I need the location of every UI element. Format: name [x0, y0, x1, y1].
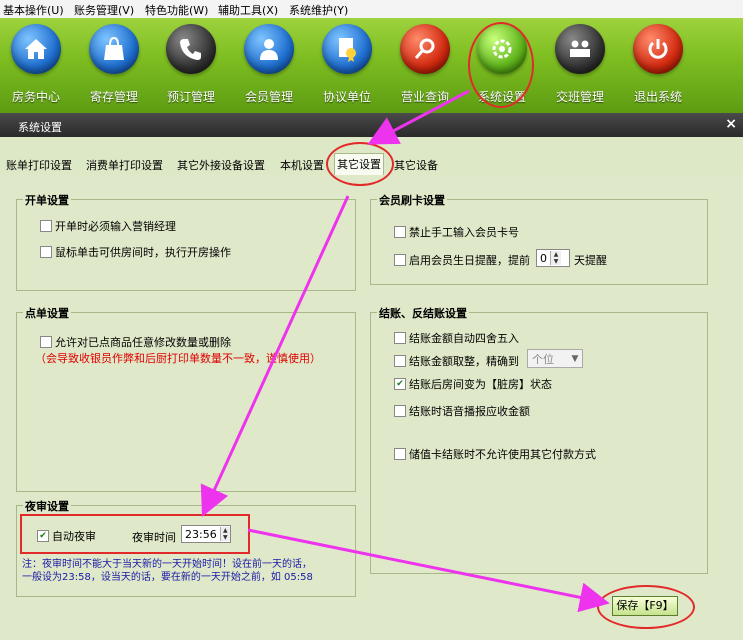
menu-features[interactable]: 特色功能(W): [145, 2, 208, 18]
home-icon: [11, 24, 61, 74]
magnifier-icon: [400, 24, 450, 74]
toolbar-member-button[interactable]: 会员管理: [233, 24, 305, 110]
tab-consume-print[interactable]: 消费单打印设置: [86, 155, 163, 175]
annotation-ellipse-save: [597, 585, 695, 629]
night-audit-note-1: 注：夜审时间不能大于当天新的一天开始时间！设在前一天的话，: [22, 559, 312, 570]
checkout-title: 结账、反结账设置: [377, 305, 469, 321]
certificate-icon: [322, 24, 372, 74]
toolbar-query-button[interactable]: 营业查询: [389, 24, 461, 110]
menu-basic-ops[interactable]: 基本操作(U): [3, 2, 64, 18]
toolbar-booking-button[interactable]: 预订管理: [155, 24, 227, 110]
dialog-title: 系统设置: [18, 121, 62, 134]
night-audit-note-2: 一般设为23:58，设当天的话，要在新的一天开始之前，如 05:58: [22, 572, 313, 583]
click-to-open-room-checkbox[interactable]: 鼠标单击可供房间时，执行开房操作: [40, 244, 231, 260]
order-warning-text: （会导致收银员作弊和后厨打印单数量不一致，谨慎使用）: [35, 352, 321, 365]
birthday-reminder-checkbox[interactable]: 启用会员生日提醒，提前: [394, 252, 530, 268]
dialog-title-bar: 系统设置 ×: [0, 113, 743, 137]
annotation-box-night-audit: [20, 514, 250, 554]
main-toolbar: 房务中心 寄存管理 预订管理 会员管理 协议单位 营业查询 系统设置 交班管理 …: [0, 18, 743, 113]
dirty-room-checkbox[interactable]: ✔ 结账后房间变为【脏房】状态: [394, 376, 552, 392]
tab-local[interactable]: 本机设置: [280, 155, 324, 175]
integer-amount-checkbox[interactable]: 结账金额取整，精确到: [394, 353, 519, 369]
chevron-down-icon: ▼: [571, 353, 579, 364]
menu-tools[interactable]: 辅助工具(X): [218, 2, 278, 18]
annotation-ellipse-tab: [326, 142, 394, 186]
member-card-panel: 会员刷卡设置: [370, 192, 708, 285]
open-settings-title: 开单设置: [23, 192, 71, 208]
phone-icon: [166, 24, 216, 74]
toolbar-shift-button[interactable]: 交班管理: [544, 24, 616, 110]
team-icon: [555, 24, 605, 74]
require-sales-manager-checkbox[interactable]: 开单时必须输入营销经理: [40, 218, 176, 234]
menu-maintenance[interactable]: 系统维护(Y): [289, 2, 348, 18]
tab-bill-print[interactable]: 账单打印设置: [6, 155, 72, 175]
member-card-title: 会员刷卡设置: [377, 192, 447, 208]
birthday-days-input[interactable]: 0 ▲ ▼: [536, 249, 570, 267]
spinner-icon[interactable]: ▲ ▼: [550, 251, 561, 265]
tab-external-devices[interactable]: 其它外接设备设置: [177, 155, 265, 175]
voice-announce-checkbox[interactable]: 结账时语音播报应收金额: [394, 403, 530, 419]
annotation-ellipse-settings: [468, 22, 534, 108]
birthday-days-suffix: 天提醒: [574, 254, 607, 267]
stored-card-checkbox[interactable]: 储值卡结账时不允许使用其它付款方式: [394, 446, 596, 462]
order-settings-title: 点单设置: [23, 305, 71, 321]
allow-modify-items-checkbox[interactable]: 允许对已点商品任意修改数量或删除: [40, 334, 231, 350]
power-icon: [633, 24, 683, 74]
toolbar-agreement-button[interactable]: 协议单位: [311, 24, 383, 110]
no-manual-card-checkbox[interactable]: 禁止手工输入会员卡号: [394, 224, 519, 240]
bag-icon: [89, 24, 139, 74]
toolbar-exit-button[interactable]: 退出系统: [622, 24, 694, 110]
night-audit-title: 夜审设置: [23, 498, 71, 514]
menu-bar: 基本操作(U) 账务管理(V) 特色功能(W) 辅助工具(X) 系统维护(Y): [0, 0, 743, 19]
toolbar-storage-button[interactable]: 寄存管理: [78, 24, 150, 110]
user-icon: [244, 24, 294, 74]
precision-select[interactable]: 个位 ▼: [527, 349, 583, 368]
menu-accounts[interactable]: 账务管理(V): [74, 2, 134, 18]
auto-round-checkbox[interactable]: 结账金额自动四舍五入: [394, 330, 519, 346]
toolbar-rooms-button[interactable]: 房务中心: [0, 24, 72, 110]
close-icon[interactable]: ×: [725, 116, 737, 132]
tab-other-devices[interactable]: 其它设备: [394, 155, 438, 175]
